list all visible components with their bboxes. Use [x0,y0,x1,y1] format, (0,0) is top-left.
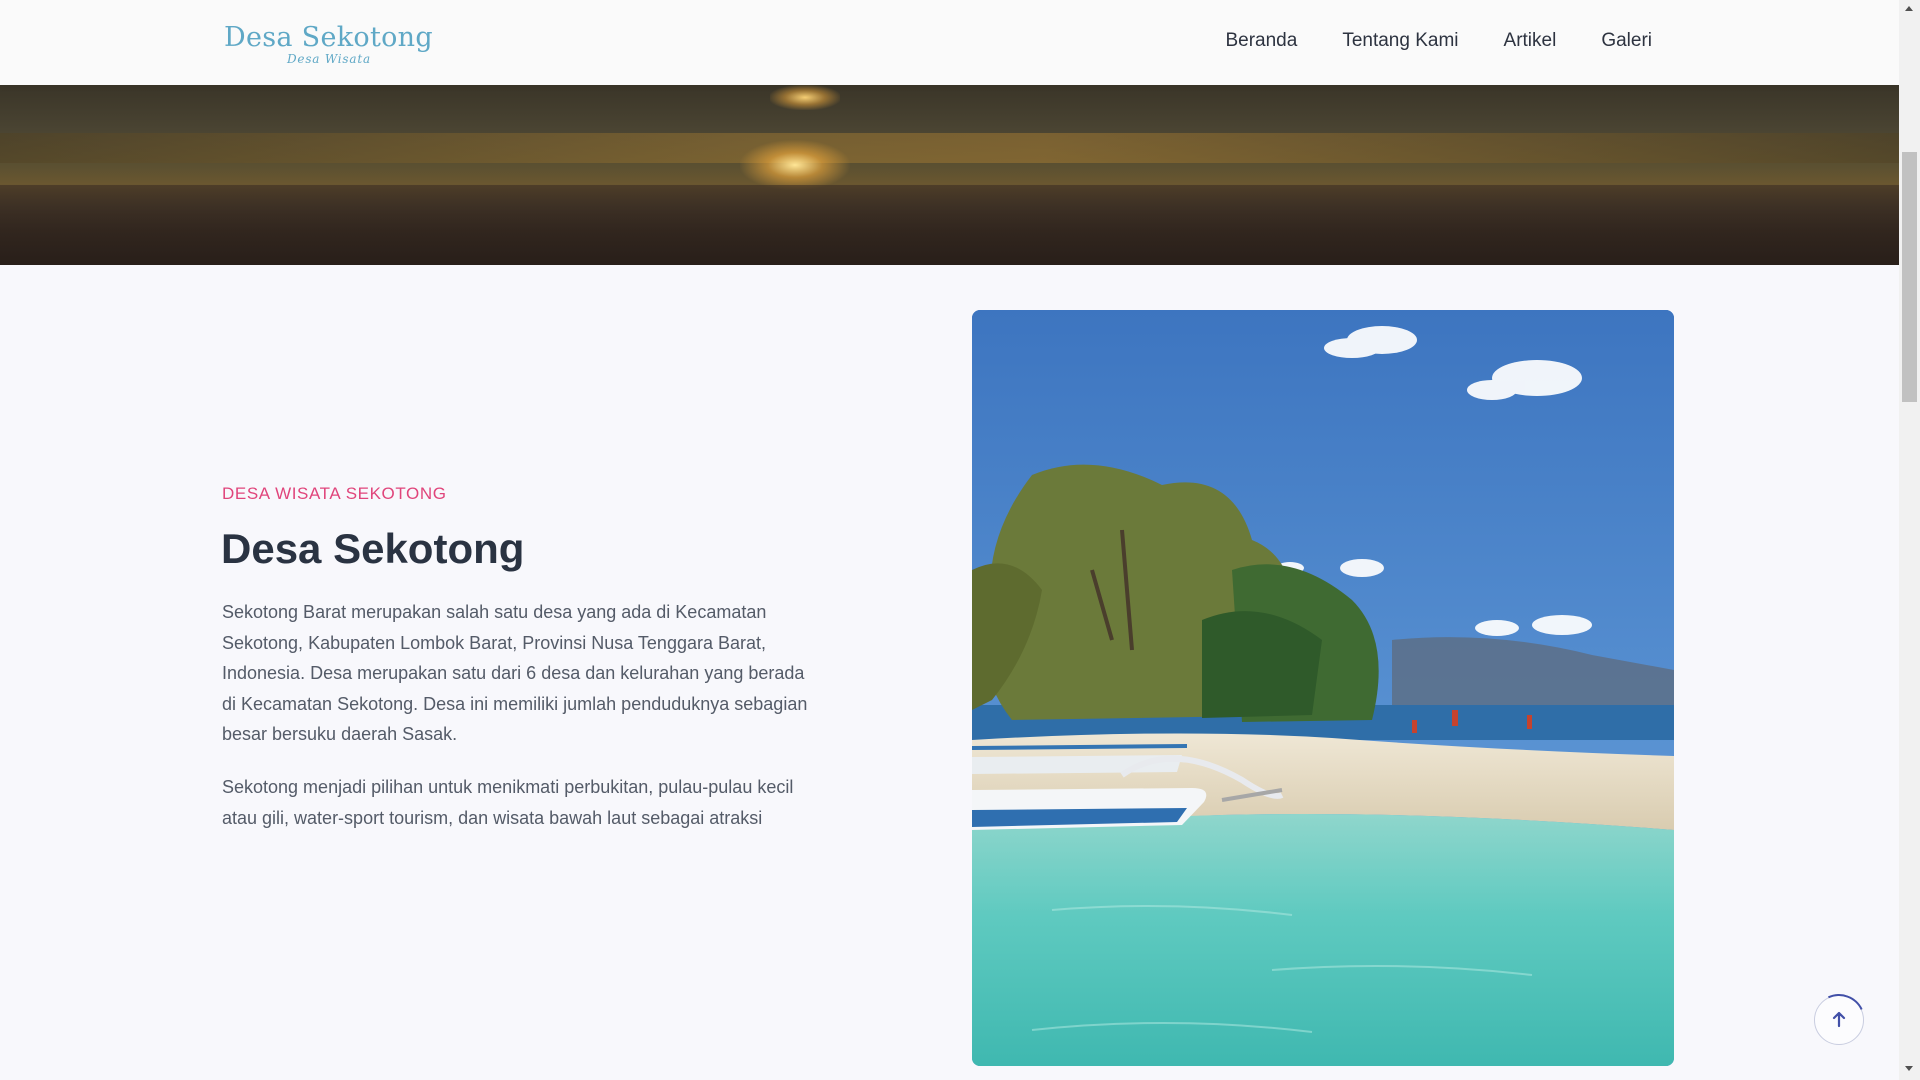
page: Desa Sekotong Desa Wisata Beranda Tentan… [0,0,1899,1080]
scroll-to-top-button[interactable] [1805,986,1873,1054]
brand-title: Desa Sekotong [224,22,433,53]
nav-item-tentang-kami[interactable]: Tentang Kami [1342,30,1458,52]
brand-subtitle: Desa Wisata [287,52,371,66]
hero-light-band [0,133,1899,163]
scroll-up-arrow-icon[interactable] [1905,6,1913,11]
scrollbar-thumb[interactable] [1902,152,1917,402]
nav-item-artikel[interactable]: Artikel [1504,30,1557,52]
arrow-up-icon [1832,1011,1846,1028]
navbar: Desa Sekotong Desa Wisata Beranda Tentan… [0,0,1899,85]
about-paragraph-2: Sekotong menjadi pilihan untuk menikmati… [222,777,794,828]
sun-reflection-lower [740,140,850,190]
scroll-down-arrow-icon[interactable] [1905,1066,1913,1071]
island-beach-photo [972,310,1674,1066]
main-nav: Beranda Tentang Kami Artikel Galeri [1225,30,1652,52]
hero-shore [0,185,1899,265]
about-paragraph-1: Sekotong Barat merupakan salah satu desa… [222,602,808,744]
hero-sunset-image [0,85,1899,265]
nav-item-beranda[interactable]: Beranda [1225,30,1297,52]
section-heading: Desa Sekotong [221,525,525,572]
brand-logo[interactable]: Desa Sekotong Desa Wisata [224,22,433,70]
nav-item-galeri[interactable]: Galeri [1601,30,1652,52]
sun-reflection [770,85,840,110]
section-eyebrow: DESA WISATA SEKOTONG [222,484,447,503]
vertical-scrollbar[interactable] [1899,0,1920,1080]
